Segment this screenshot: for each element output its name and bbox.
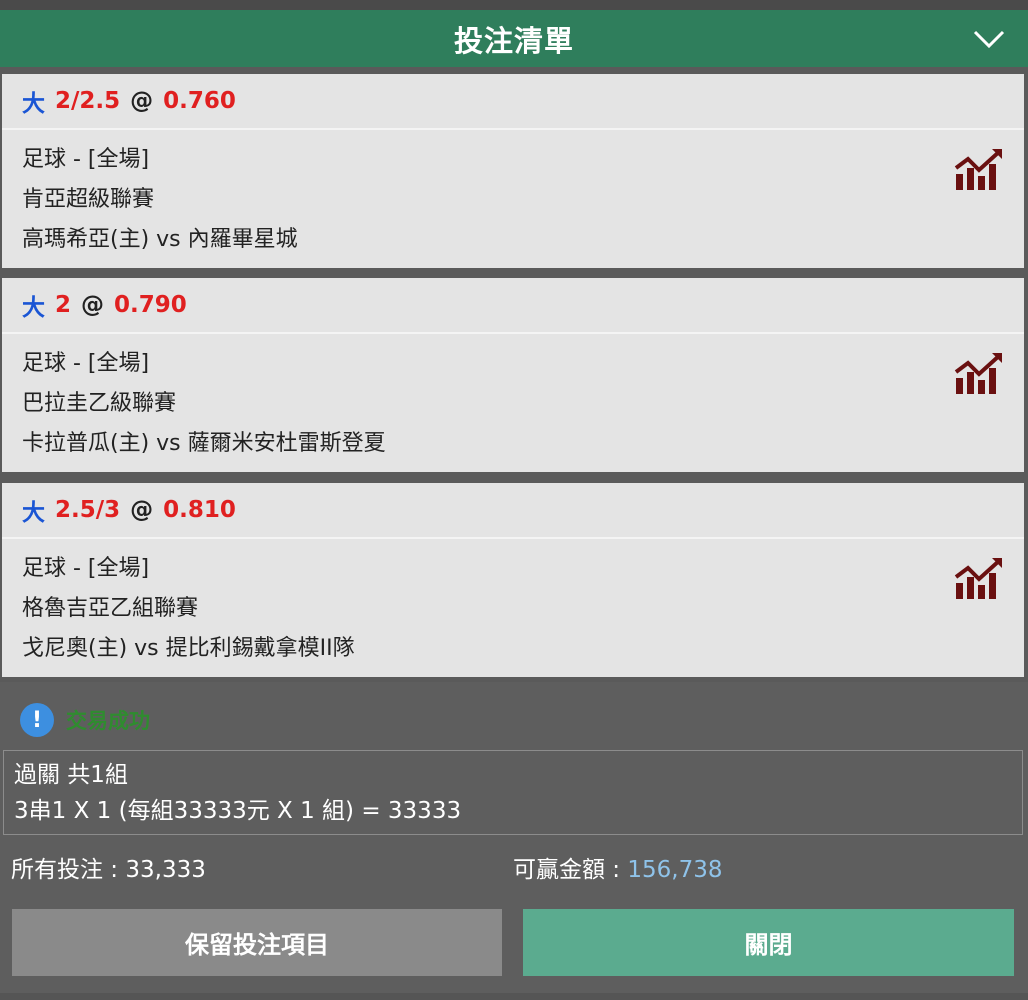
bet-sport: 足球 - [全場] <box>22 556 150 581</box>
chevron-down-icon[interactable] <box>972 23 1006 53</box>
bet-card: 大 2/2.5 @ 0.760 足球 - [全場] 肯亞超級聯賽 高瑪希亞(主)… <box>2 74 1024 268</box>
bet-details: 足球 - [全場] 肯亞超級聯賽 高瑪希亞(主) vs 內羅畢星城 <box>2 130 1024 260</box>
bet-match: 戈尼奧(主) vs 提比利錫戴拿模II隊 <box>22 636 355 661</box>
at-symbol: @ <box>130 497 154 523</box>
bet-match: 高瑪希亞(主) vs 內羅畢星城 <box>22 227 298 252</box>
bet-selection: 大 <box>22 91 45 117</box>
at-symbol: @ <box>81 292 105 318</box>
stats-chart-icon[interactable] <box>954 557 1004 601</box>
bottom-strip <box>0 993 1028 1000</box>
bet-handicap: 2 <box>55 292 72 318</box>
bet-card: 大 2 @ 0.790 足球 - [全場] 巴拉圭乙級聯賽 卡拉普瓜(主) vs… <box>2 278 1024 472</box>
bet-selection-row: 大 2.5/3 @ 0.810 <box>2 483 1024 539</box>
bet-league: 巴拉圭乙級聯賽 <box>22 391 177 416</box>
betslip-title: 投注清單 <box>453 23 574 58</box>
bet-league: 肯亞超級聯賽 <box>22 187 155 212</box>
bet-odds: 0.760 <box>163 88 236 114</box>
at-symbol: @ <box>130 88 154 114</box>
betslip-header: 投注清單 <box>0 10 1028 67</box>
keep-selections-button[interactable]: 保留投注項目 <box>12 909 502 976</box>
bet-selection: 大 <box>22 500 45 526</box>
total-stake: 所有投注 : 33,333 <box>11 850 206 884</box>
total-stake-value: 33,333 <box>125 857 206 883</box>
info-icon: ! <box>20 703 54 737</box>
bet-league: 格魯吉亞乙組聯賽 <box>22 596 199 621</box>
bet-selection: 大 <box>22 295 45 321</box>
close-button[interactable]: 關閉 <box>523 909 1014 976</box>
bet-list: 大 2/2.5 @ 0.760 足球 - [全場] 肯亞超級聯賽 高瑪希亞(主)… <box>0 67 1028 682</box>
bet-match: 卡拉普瓜(主) vs 薩爾米安杜雷斯登夏 <box>22 431 386 456</box>
bet-sport: 足球 - [全場] <box>22 351 150 376</box>
stats-chart-icon[interactable] <box>954 148 1004 192</box>
bet-details: 足球 - [全場] 巴拉圭乙級聯賽 卡拉普瓜(主) vs 薩爾米安杜雷斯登夏 <box>2 334 1024 464</box>
bet-sport: 足球 - [全場] <box>22 147 150 172</box>
bet-selection-row: 大 2/2.5 @ 0.760 <box>2 74 1024 130</box>
potential-win: 可贏金額 : 156,738 <box>513 850 723 884</box>
potential-win-label: 可贏金額 : <box>513 857 628 883</box>
status-message: ! 交易成功 <box>20 703 150 737</box>
potential-win-value: 156,738 <box>627 857 723 883</box>
bet-handicap: 2/2.5 <box>55 88 121 114</box>
bet-card: 大 2.5/3 @ 0.810 足球 - [全場] 格魯吉亞乙組聯賽 戈尼奧(主… <box>2 483 1024 677</box>
total-stake-label: 所有投注 : <box>11 857 126 883</box>
parlay-summary-line1: 過關 共1組 <box>14 762 128 788</box>
bet-selection-row: 大 2 @ 0.790 <box>2 278 1024 334</box>
bet-details: 足球 - [全場] 格魯吉亞乙組聯賽 戈尼奧(主) vs 提比利錫戴拿模II隊 <box>2 539 1024 669</box>
bet-odds: 0.810 <box>163 497 236 523</box>
bet-handicap: 2.5/3 <box>55 497 121 523</box>
bet-odds: 0.790 <box>114 292 187 318</box>
status-message-text: 交易成功 <box>66 709 150 733</box>
stats-chart-icon[interactable] <box>954 352 1004 396</box>
top-strip <box>0 0 1028 10</box>
parlay-summary: 過關 共1組 3串1 X 1 (每組33333元 X 1 組) = 33333 <box>3 750 1023 835</box>
parlay-summary-line2: 3串1 X 1 (每組33333元 X 1 組) = 33333 <box>14 798 462 824</box>
